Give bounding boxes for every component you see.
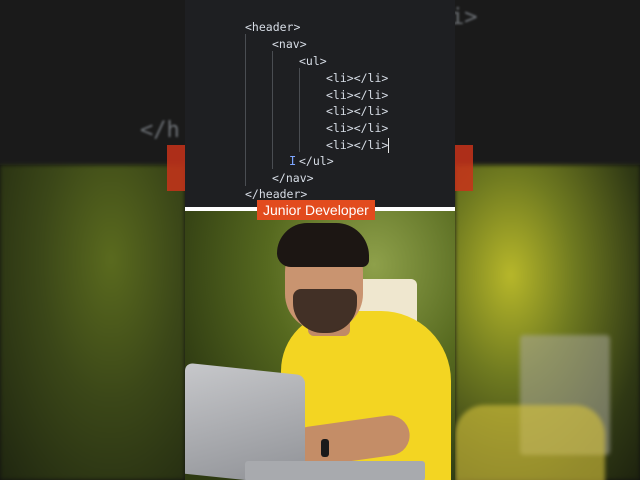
indent-guide [245, 34, 246, 186]
code-line[interactable]: <nav> [272, 37, 307, 51]
blurred-caption-edge-left [167, 145, 185, 191]
code-line[interactable]: <li></li> [326, 121, 388, 135]
developer-photo [185, 211, 455, 480]
code-line[interactable]: </header> [245, 187, 307, 201]
blurred-editor-right [455, 0, 640, 165]
ghost-code-left: </h [140, 118, 180, 143]
code-editor: <header> <nav> <ul> <li></li> <li></li> … [185, 0, 455, 207]
ghost-code-right: i> [455, 5, 478, 30]
code-line[interactable]: <header> [245, 20, 300, 34]
code-line[interactable]: <li></li> [326, 71, 388, 85]
blurred-grass-wall-left [0, 165, 185, 480]
caption-label: Junior Developer [257, 200, 375, 220]
hair [277, 223, 369, 267]
code-line[interactable]: </nav> [272, 171, 314, 185]
blurred-caption-edge-right [455, 145, 473, 191]
code-line[interactable]: <li></li> [326, 88, 388, 102]
text-cursor [388, 138, 389, 153]
code-line[interactable]: </ul> [299, 154, 334, 168]
video-frame: <header> <nav> <ul> <li></li> <li></li> … [185, 0, 455, 480]
background-blur-right: i> [455, 0, 640, 480]
code-line[interactable]: <ul> [299, 54, 327, 68]
wrist-band [321, 439, 329, 457]
indent-guide [299, 68, 300, 152]
code-line[interactable]: <li></li> [326, 104, 388, 118]
ibeam-cursor-icon: I [289, 154, 297, 168]
indent-guide [272, 51, 273, 169]
blurred-shirt-right [455, 405, 605, 480]
background-blur-left: </h [0, 0, 185, 480]
laptop-keyboard [245, 461, 425, 480]
code-line[interactable]: <li></li> [326, 138, 388, 152]
